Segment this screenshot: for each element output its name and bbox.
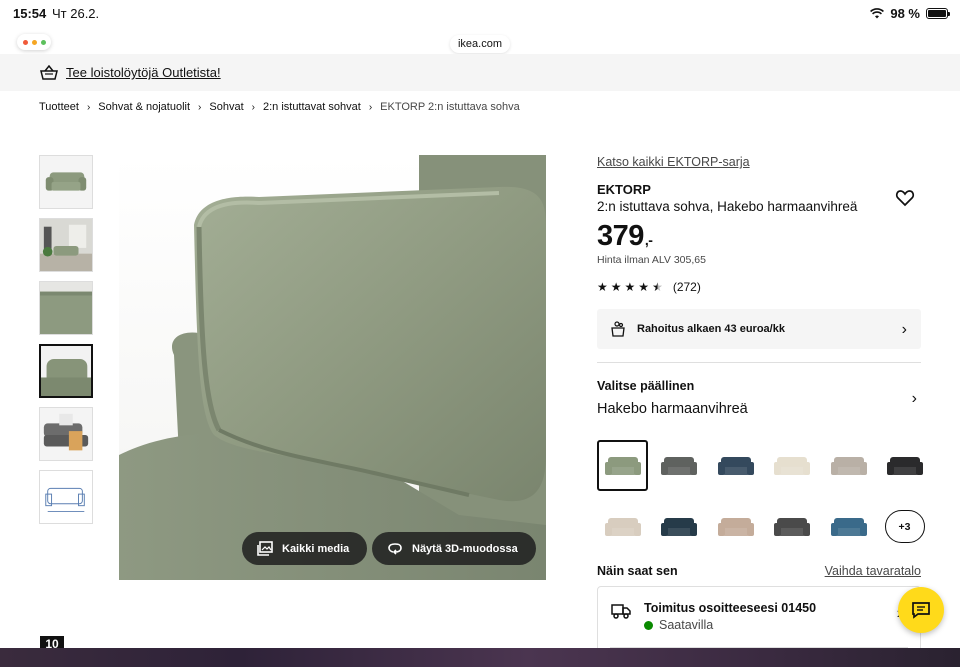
star-icon: ★ <box>638 280 650 294</box>
battery-percent: 98 % <box>890 6 920 21</box>
thumbnail-dimensions[interactable] <box>39 470 93 524</box>
rating-stars: ★ ★ ★ ★ ★ <box>597 281 663 293</box>
rotate-3d-icon <box>388 542 402 555</box>
all-media-label: Kaikki media <box>282 542 350 555</box>
heart-icon[interactable] <box>895 188 915 208</box>
cover-swatch[interactable] <box>597 440 648 491</box>
product-name: EKTORP <box>597 182 651 197</box>
cover-swatch[interactable] <box>823 440 874 491</box>
breadcrumb-item-sofas-armchairs[interactable]: Sohvat & nojatuolit <box>98 101 190 113</box>
chat-icon <box>912 602 930 619</box>
half-star-icon: ★ <box>652 280 663 294</box>
main-product-image[interactable] <box>119 155 546 580</box>
cover-swatch[interactable] <box>767 501 818 552</box>
rating[interactable]: ★ ★ ★ ★ ★ (272) <box>597 280 921 294</box>
thumbnail-sofa-cutaway[interactable] <box>39 407 93 461</box>
delivery-option-title: Toimitus osoitteeseesi 01450 <box>644 601 817 615</box>
promo-banner: Tee loistolöytöjä Outletista! <box>0 54 960 91</box>
truck-icon <box>611 604 631 619</box>
cover-swatch[interactable] <box>654 440 705 491</box>
divider <box>597 362 921 363</box>
price-ex-vat: Hinta ilman ALV 305,65 <box>597 254 706 266</box>
gallery-thumbnails <box>39 155 93 533</box>
cover-swatch[interactable] <box>597 501 648 552</box>
star-icon: ★ <box>624 280 636 294</box>
review-count: (272) <box>672 280 701 294</box>
delivery-title: Näin saat sen <box>597 564 678 578</box>
more-swatches-button[interactable]: +3 <box>884 510 925 543</box>
cover-swatch[interactable] <box>767 440 818 491</box>
breadcrumb-current: EKTORP 2:n istuttava sohva <box>380 101 520 113</box>
wifi-icon <box>870 8 885 19</box>
breadcrumb-item-products[interactable]: Tuotteet <box>39 101 79 113</box>
battery-icon <box>926 8 950 19</box>
financing-icon <box>611 321 625 337</box>
status-bar: 15:54 Чт 26.2. 98 % <box>0 0 960 28</box>
view-3d-label: Näytä 3D-muodossa <box>412 542 518 555</box>
breadcrumb-item-2-seat-sofas[interactable]: 2:n istuttavat sohvat <box>263 101 361 113</box>
status-time: 15:54 <box>13 6 47 21</box>
gallery-icon <box>257 540 273 556</box>
chevron-right-icon[interactable]: › <box>912 390 917 408</box>
thumbnail-sofa-back[interactable] <box>39 281 93 335</box>
chevron-right-icon: › <box>901 321 907 338</box>
status-right: 98 % <box>870 6 950 21</box>
price-amount: 379 <box>597 220 644 252</box>
basket-icon <box>40 64 58 80</box>
status-dot <box>644 620 653 630</box>
change-store-link[interactable]: Vaihda tavaratalo <box>825 564 921 578</box>
star-icon: ★ <box>610 280 622 294</box>
chevron-right-icon: › <box>86 101 91 113</box>
delivery-header: Näin saat sen Vaihda tavaratalo <box>597 564 921 578</box>
breadcrumb-item-sofas[interactable]: Sohvat <box>209 101 243 113</box>
all-media-button[interactable]: Kaikki media <box>242 532 368 565</box>
cover-swatch[interactable] <box>823 501 874 552</box>
cover-title: Valitse päällinen <box>597 379 695 393</box>
delivery-status: Saatavilla <box>644 618 713 632</box>
chat-button[interactable] <box>898 587 944 633</box>
thumbnail-room-scene[interactable] <box>39 218 93 272</box>
view-3d-button[interactable]: Näytä 3D-muodossa <box>372 532 536 565</box>
price-suffix: ,- <box>644 232 653 248</box>
cover-swatches: +3 <box>597 440 925 552</box>
cover-swatch[interactable] <box>880 440 931 491</box>
financing-banner[interactable]: Rahoitus alkaen 43 euroa/kk › <box>597 309 921 349</box>
browser-url-row: ikea.com <box>0 28 960 54</box>
price: 379 ,- <box>597 220 921 253</box>
chevron-right-icon: › <box>251 101 255 113</box>
series-link[interactable]: Katso kaikki EKTORP-sarja <box>597 155 750 169</box>
url-field[interactable]: ikea.com <box>450 35 510 53</box>
thumbnail-cushion-detail[interactable] <box>39 344 93 398</box>
promo-link[interactable]: Tee loistolöytöjä Outletista! <box>66 65 221 80</box>
financing-label: Rahoitus alkaen 43 euroa/kk <box>637 323 785 335</box>
tab-menu-dots[interactable] <box>17 34 51 50</box>
chevron-right-icon: › <box>198 101 202 113</box>
breadcrumb: Tuotteet › Sohvat & nojatuolit › Sohvat … <box>39 101 520 113</box>
cover-swatch[interactable] <box>710 440 761 491</box>
thumbnail-sofa-front[interactable] <box>39 155 93 209</box>
cover-swatch[interactable] <box>654 501 705 552</box>
chevron-right-icon: › <box>368 101 373 113</box>
star-icon: ★ <box>597 280 608 294</box>
delivery-status-label: Saatavilla <box>659 618 714 632</box>
status-date: Чт 26.2. <box>52 6 100 21</box>
product-info-panel: Katso kaikki EKTORP-sarja EKTORP 2:n ist… <box>597 150 925 660</box>
desktop-background-strip <box>0 648 960 667</box>
cover-swatch[interactable] <box>710 501 761 552</box>
cover-selected-value[interactable]: Hakebo harmaanvihreä <box>597 401 921 417</box>
product-description: 2:n istuttava sohva, Hakebo harmaanvihre… <box>597 199 858 214</box>
